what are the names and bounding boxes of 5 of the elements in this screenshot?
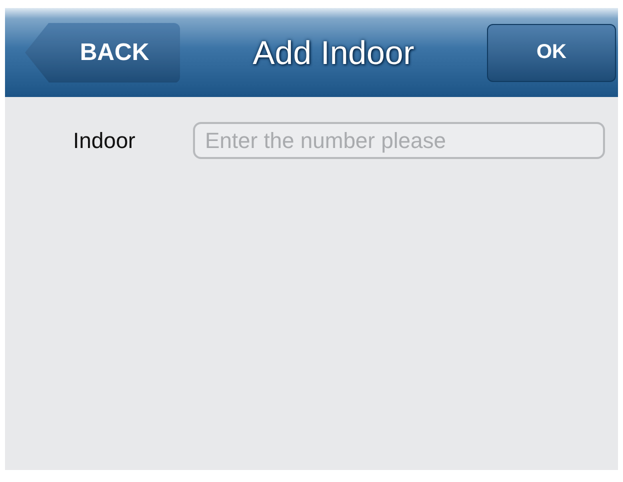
field-label: Indoor <box>73 128 136 154</box>
ok-button[interactable]: OK <box>487 24 616 82</box>
input-field[interactable]: Enter the number please <box>193 122 605 159</box>
screen-title: Add Indoor <box>252 34 416 72</box>
back-button[interactable]: BACK <box>25 22 180 82</box>
